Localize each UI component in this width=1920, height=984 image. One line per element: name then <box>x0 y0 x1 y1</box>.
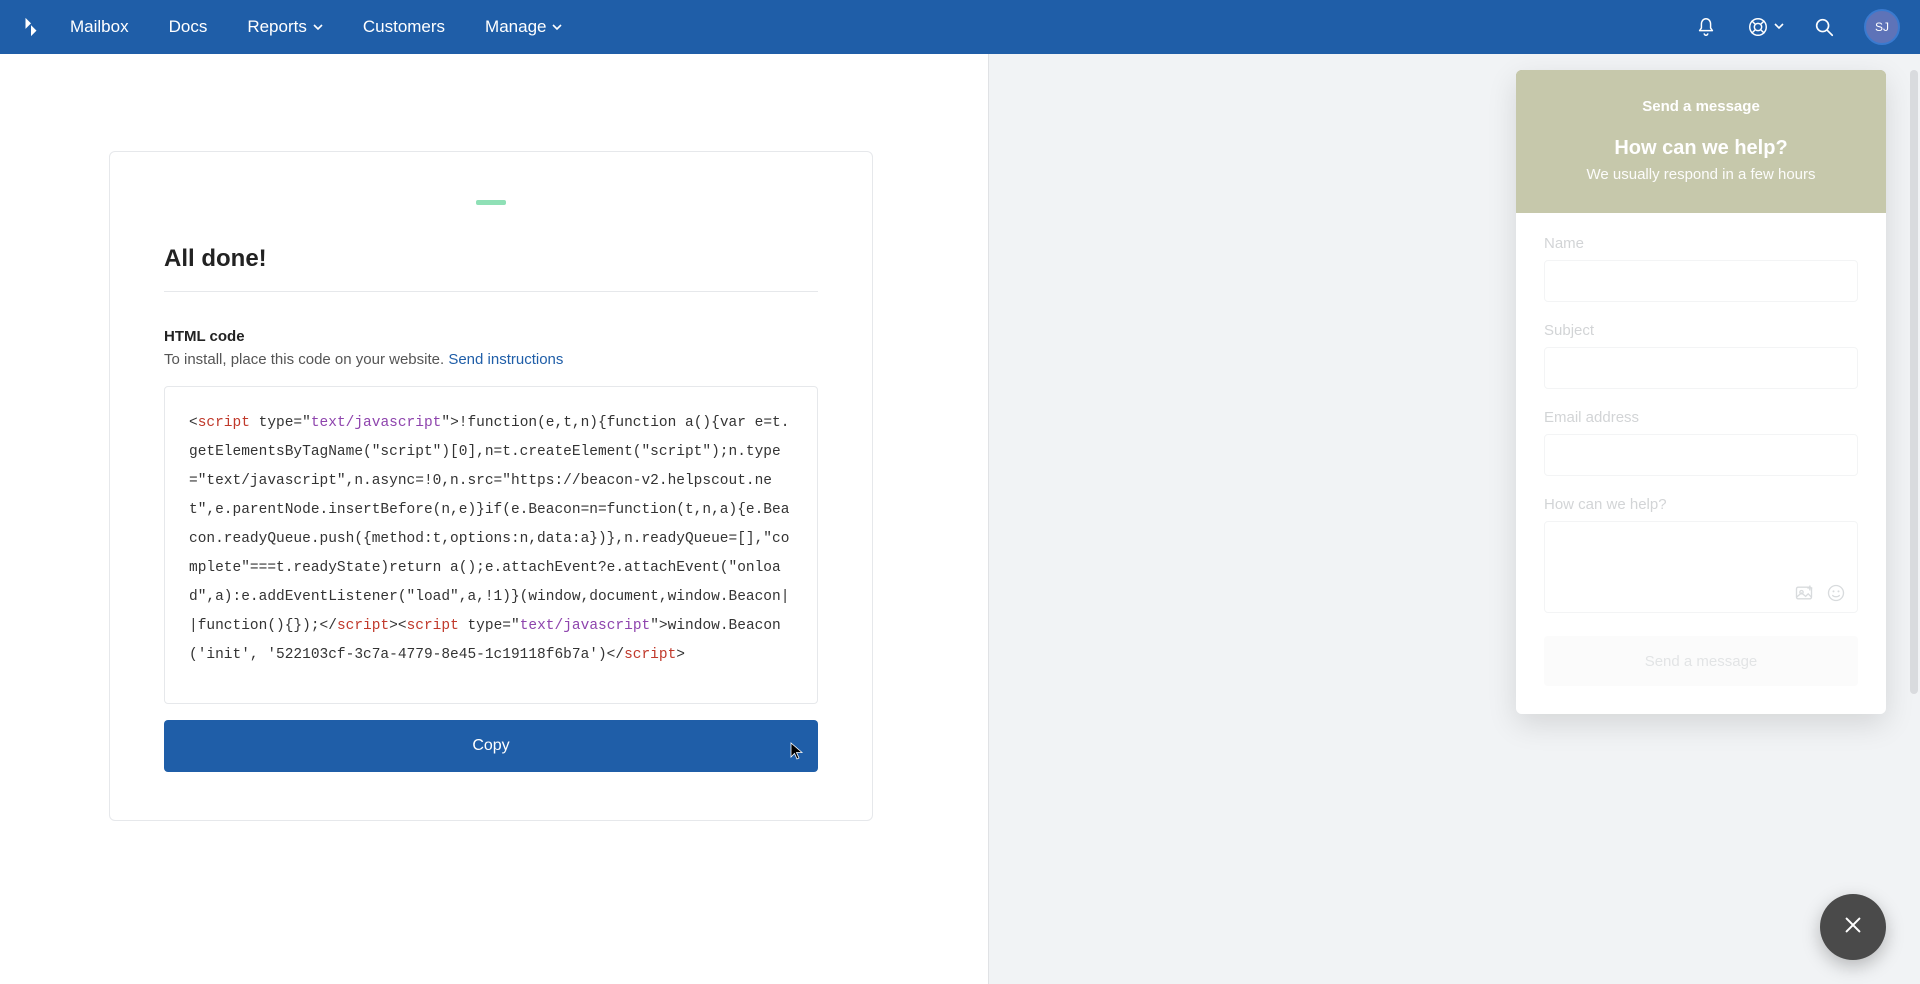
subject-input[interactable] <box>1544 347 1858 389</box>
chat-header: Send a message How can we help? We usual… <box>1516 70 1886 213</box>
nav-item-docs[interactable]: Docs <box>169 17 208 37</box>
chevron-down-icon <box>313 17 323 37</box>
section-subtext: To install, place this code on your webs… <box>164 351 818 368</box>
nav-item-mailbox[interactable]: Mailbox <box>70 17 129 37</box>
scrollbar[interactable] <box>1910 70 1918 694</box>
help-label: How can we help? <box>1544 496 1858 513</box>
message-toolbar <box>1794 583 1846 608</box>
card-heading: All done! <box>164 245 818 273</box>
chat-heading: How can we help? <box>1538 137 1864 160</box>
nav-item-reports[interactable]: Reports <box>247 17 323 37</box>
code-snippet[interactable]: <script type="text/javascript">!function… <box>164 386 818 704</box>
avatar[interactable]: SJ <box>1864 9 1900 45</box>
nav-item-manage[interactable]: Manage <box>485 17 562 37</box>
code-token: type=" <box>459 618 520 634</box>
nav-item-customers[interactable]: Customers <box>363 17 445 37</box>
subject-label: Subject <box>1544 322 1858 339</box>
code-token: script <box>337 618 389 634</box>
avatar-initials: SJ <box>1875 20 1889 34</box>
close-icon <box>1842 914 1864 941</box>
nav-label: Manage <box>485 17 546 37</box>
code-token: text/javascript <box>311 415 442 431</box>
install-card: All done! HTML code To install, place th… <box>109 151 873 821</box>
code-token: !function(e,t,n){function a(){var e=t.ge… <box>189 415 789 634</box>
email-label: Email address <box>1544 409 1858 426</box>
nav-label: Mailbox <box>70 17 129 37</box>
help-menu[interactable] <box>1746 15 1784 39</box>
top-nav: Mailbox Docs Reports Customers Manage SJ <box>0 0 1920 54</box>
chat-small-title: Send a message <box>1538 98 1864 115</box>
close-chat-button[interactable] <box>1820 894 1886 960</box>
code-token: script <box>624 647 676 663</box>
name-input[interactable] <box>1544 260 1858 302</box>
left-pane: All done! HTML code To install, place th… <box>0 54 988 984</box>
code-token: "> <box>650 618 667 634</box>
chat-body: Name Subject Email address How can we he… <box>1516 213 1886 714</box>
send-instructions-link[interactable]: Send instructions <box>448 351 563 368</box>
code-token: text/javascript <box>520 618 651 634</box>
main: All done! HTML code To install, place th… <box>0 54 1920 984</box>
name-label: Name <box>1544 235 1858 252</box>
email-input[interactable] <box>1544 434 1858 476</box>
section-label: HTML code <box>164 328 818 345</box>
notifications-icon[interactable] <box>1694 15 1718 39</box>
send-message-button[interactable]: Send a message <box>1544 636 1858 686</box>
nav-label: Customers <box>363 17 445 37</box>
message-wrap <box>1544 521 1858 618</box>
nav-label: Docs <box>169 17 208 37</box>
section-sub-text: To install, place this code on your webs… <box>164 351 448 368</box>
code-token: type=" <box>250 415 311 431</box>
nav-label: Reports <box>247 17 307 37</box>
lifering-icon <box>1746 15 1770 39</box>
chat-subheading: We usually respond in a few hours <box>1538 166 1864 183</box>
progress-indicator <box>476 200 506 205</box>
chat-widget: Send a message How can we help? We usual… <box>1516 70 1886 714</box>
code-token: "> <box>441 415 458 431</box>
search-icon[interactable] <box>1812 15 1836 39</box>
chevron-down-icon <box>1774 18 1784 36</box>
attach-image-icon[interactable] <box>1794 583 1814 608</box>
chevron-down-icon <box>552 17 562 37</box>
nav-items: Mailbox Docs Reports Customers Manage <box>70 17 562 37</box>
code-token: script <box>407 618 459 634</box>
copy-button[interactable]: Copy <box>164 720 818 772</box>
divider <box>164 291 818 292</box>
code-token: script <box>198 415 250 431</box>
right-pane: Send a message How can we help? We usual… <box>988 54 1920 984</box>
emoji-icon[interactable] <box>1826 583 1846 608</box>
nav-right: SJ <box>1694 9 1900 45</box>
app-logo-icon[interactable] <box>20 16 42 38</box>
